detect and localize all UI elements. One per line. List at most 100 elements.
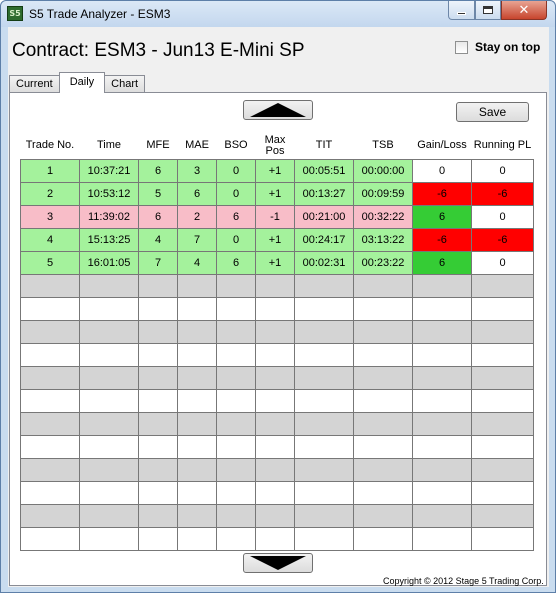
empty-table-row[interactable]: [20, 457, 534, 482]
tab-daily[interactable]: Daily: [58, 72, 106, 93]
table-cell: [412, 480, 472, 505]
table-cell: [294, 480, 354, 505]
table-cell: [353, 319, 413, 344]
empty-table-row[interactable]: [20, 526, 534, 551]
table-cell: [294, 411, 354, 436]
empty-table-row[interactable]: [20, 388, 534, 413]
table-cell: +1: [255, 227, 295, 252]
table-cell: [20, 503, 80, 528]
table-cell: [412, 365, 472, 390]
table-cell: 15:13:25: [79, 227, 139, 252]
empty-table-row[interactable]: [20, 434, 534, 459]
table-cell: [177, 411, 217, 436]
app-window: S5 S5 Trade Analyzer - ESM3 ✕ Contract: …: [0, 0, 556, 593]
title-bar[interactable]: S5 S5 Trade Analyzer - ESM3 ✕: [1, 1, 555, 27]
empty-table-row[interactable]: [20, 296, 534, 321]
stay-on-top-toggle[interactable]: Stay on top: [455, 40, 540, 54]
table-cell: [20, 457, 80, 482]
table-cell: -1: [255, 204, 295, 229]
table-cell: 1: [20, 158, 80, 183]
table-cell: [20, 388, 80, 413]
table-cell: 4: [177, 250, 217, 275]
table-cell: [255, 296, 295, 321]
column-header: MAE: [185, 139, 209, 152]
tab-chart[interactable]: Chart: [104, 75, 146, 93]
empty-table-row[interactable]: [20, 319, 534, 344]
table-row[interactable]: 2 10:53:12 5 6 0 +1 00:13:27 00:09:59 -6 -6: [20, 181, 534, 206]
empty-table-row[interactable]: [20, 480, 534, 505]
table-cell: [294, 388, 354, 413]
table-row[interactable]: 5 16:01:05 7 4 6 +1 00:02:31 00:23:22 6 0: [20, 250, 534, 275]
table-cell: +1: [255, 158, 295, 183]
table-cell: -6: [471, 181, 534, 206]
table-cell: [216, 296, 256, 321]
empty-table-row[interactable]: [20, 365, 534, 390]
table-cell: [79, 503, 139, 528]
minimize-button[interactable]: [448, 1, 475, 20]
empty-table-row[interactable]: [20, 503, 534, 528]
table-cell: [79, 342, 139, 367]
stay-on-top-checkbox[interactable]: [455, 40, 468, 54]
table-cell: [216, 526, 256, 551]
table-cell: [294, 296, 354, 321]
table-cell: [412, 434, 472, 459]
table-cell: 0: [216, 158, 256, 183]
table-cell: [20, 273, 80, 298]
maximize-button[interactable]: [475, 1, 501, 20]
table-cell: [353, 388, 413, 413]
table-cell: [79, 365, 139, 390]
table-cell: [412, 411, 472, 436]
table-cell: [255, 526, 295, 551]
scroll-down-button[interactable]: [243, 553, 313, 573]
table-cell: [353, 457, 413, 482]
table-cell: [20, 411, 80, 436]
table-cell: [138, 365, 178, 390]
empty-table-row[interactable]: [20, 273, 534, 298]
table-cell: [20, 526, 80, 551]
table-row[interactable]: 3 11:39:02 6 2 6 -1 00:21:00 00:32:22 6 0: [20, 204, 534, 229]
table-cell: [177, 365, 217, 390]
table-row[interactable]: 4 15:13:25 4 7 0 +1 00:24:17 03:13:22 -6 -6: [20, 227, 534, 252]
table-cell: 3: [20, 204, 80, 229]
table-cell: [20, 319, 80, 344]
table-cell: [294, 434, 354, 459]
table-cell: [79, 411, 139, 436]
tab-strip: Current Daily Chart: [9, 72, 146, 93]
table-cell: [255, 503, 295, 528]
close-button[interactable]: ✕: [501, 1, 547, 20]
table-cell: [353, 365, 413, 390]
table-cell: [471, 319, 534, 344]
table-cell: [177, 434, 217, 459]
table-cell: [353, 273, 413, 298]
contract-title: Contract: ESM3 - Jun13 E-Mini SP: [12, 40, 305, 61]
table-cell: 4: [138, 227, 178, 252]
table-cell: [471, 365, 534, 390]
table-cell: 0: [216, 181, 256, 206]
table-cell: [177, 388, 217, 413]
arrow-down-icon: [250, 556, 306, 570]
table-cell: [471, 526, 534, 551]
table-cell: [353, 480, 413, 505]
save-button[interactable]: Save: [456, 102, 529, 122]
table-cell: [294, 319, 354, 344]
table-cell: [353, 411, 413, 436]
table-cell: 7: [177, 227, 217, 252]
tab-current[interactable]: Current: [9, 75, 60, 93]
table-cell: 6: [412, 250, 472, 275]
table-cell: [471, 296, 534, 321]
table-cell: [471, 480, 534, 505]
table-cell: [20, 296, 80, 321]
empty-table-row[interactable]: [20, 342, 534, 367]
table-cell: -6: [471, 227, 534, 252]
client-area: Contract: ESM3 - Jun13 E-Mini SP Stay on…: [8, 27, 549, 587]
table-cell: [177, 273, 217, 298]
table-cell: 6: [138, 204, 178, 229]
scroll-up-button[interactable]: [243, 100, 313, 120]
table-cell: [471, 411, 534, 436]
table-cell: 0: [412, 158, 472, 183]
empty-table-row[interactable]: [20, 411, 534, 436]
table-cell: [138, 503, 178, 528]
table-cell: 00:02:31: [294, 250, 354, 275]
table-row[interactable]: 1 10:37:21 6 3 0 +1 00:05:51 00:00:00 0 0: [20, 158, 534, 183]
table-cell: 00:23:22: [353, 250, 413, 275]
